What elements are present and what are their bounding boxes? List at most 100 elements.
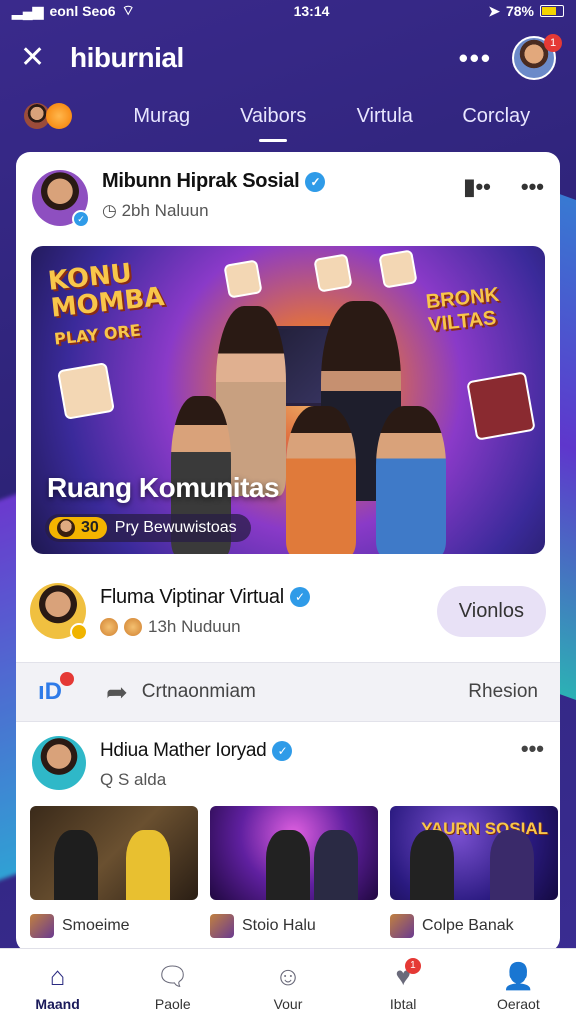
video-thumbnail[interactable] <box>30 806 198 900</box>
tab-avatars[interactable] <box>24 103 106 129</box>
avatar[interactable] <box>32 736 86 790</box>
photo-frame-icon <box>57 362 115 420</box>
channel-icon <box>390 914 414 938</box>
share-label[interactable]: Crtnaonmiam <box>142 681 256 703</box>
more-options-icon[interactable]: ••• <box>521 174 544 200</box>
feed-card: ✓ Mibunn Hiprak Sosial ✓ ◷ 2bh Naluun ▮•… <box>16 152 560 952</box>
avatar[interactable]: ✓ <box>32 170 90 228</box>
thumbnail-label[interactable]: Stoio Halu <box>210 914 378 938</box>
thumbnail-label[interactable]: Smoeime <box>30 914 198 938</box>
video-thumbnail[interactable]: YAURN SOSIAL <box>390 806 558 900</box>
photo-frame-icon <box>378 249 418 289</box>
nav-home[interactable]: ⌂ Maand <box>13 962 103 1012</box>
person-figure <box>314 830 358 900</box>
photo-frame-icon <box>466 371 536 441</box>
reaction-icon <box>124 617 142 636</box>
person-figure <box>266 830 310 900</box>
nav-label: Ibtal <box>389 995 417 1012</box>
action-bar: ıD ➦ Crtnaonmiam Rhesion <box>16 662 560 722</box>
home-icon: ⌂ <box>49 960 66 991</box>
clock-icon: ◷ <box>102 201 117 220</box>
stats-icon[interactable]: ▮•• <box>463 174 491 200</box>
close-icon[interactable]: ✕ <box>20 43 56 73</box>
channel-icon <box>210 914 234 938</box>
tab-vaibors[interactable]: Vaibors <box>218 105 330 128</box>
post-header: ✓ Mibunn Hiprak Sosial ✓ ◷ 2bh Naluun ▮•… <box>16 152 560 240</box>
verified-icon: ✓ <box>72 210 90 228</box>
banner-title: Ruang Komunitas <box>47 472 280 503</box>
bottom-navigation: ⌂ Maand 🗨 Paole ☺ Vour ♥ 1 Ibtal 👤 Oeraot <box>0 948 576 1024</box>
avatar[interactable] <box>30 583 88 641</box>
profile-avatar-button[interactable]: 1 <box>512 34 562 80</box>
person-figure <box>54 830 98 900</box>
thumbnail-row: YAURN SOSIAL <box>16 806 560 900</box>
post-author[interactable]: Fluma Viptinar Virtual <box>100 586 284 609</box>
action-right-label[interactable]: Rhesion <box>468 681 538 703</box>
person-figure <box>376 406 446 554</box>
tab-corclay[interactable]: Corclay <box>441 105 553 128</box>
nav-heart[interactable]: ♥ 1 Ibtal <box>358 957 448 1012</box>
nav-face[interactable]: ☺ Vour <box>243 962 333 1012</box>
person-figure <box>286 406 356 554</box>
nav-profile[interactable]: 👤 Oeraot <box>473 962 563 1012</box>
photo-frame-icon <box>223 259 263 299</box>
notification-dot <box>60 672 74 686</box>
view-button[interactable]: Vionlos <box>436 585 546 637</box>
carrier-label: eonl Seo6 <box>49 3 116 19</box>
more-options-icon[interactable]: ••• <box>459 43 492 74</box>
badge-icon <box>70 623 88 641</box>
person-figure <box>490 830 534 900</box>
banner-logo-left: KONU MOMBA PLAY ORE <box>46 258 166 349</box>
location-icon: ➤ <box>488 2 500 19</box>
heart-icon: ♥ 1 <box>395 957 421 990</box>
person-figure <box>410 830 454 900</box>
post-timestamp: 13h Nuduun <box>148 616 241 636</box>
post-timestamp: 2bh Naluun <box>121 201 209 220</box>
chip-text: Pry Bewuwistoas <box>114 519 237 536</box>
post-author[interactable]: Hdiua Mather Ioryad <box>100 740 267 762</box>
profile-icon: 👤 <box>502 960 535 991</box>
thumbnail-label[interactable]: Colpe Banak <box>390 914 558 938</box>
notification-badge: 1 <box>544 34 562 52</box>
tab-virtula[interactable]: Virtula <box>329 105 441 128</box>
thumbnail-label-text: Smoeime <box>62 917 130 934</box>
post-row: Fluma Viptinar Virtual ✓ 13h Nuduun Vion… <box>16 554 560 648</box>
post-header: Hdiua Mather Ioryad ✓ Q S alda ••• <box>16 722 560 806</box>
nav-label: Maand <box>35 995 80 1012</box>
nav-label: Oeraot <box>496 995 540 1012</box>
tab-murag[interactable]: Murag <box>106 105 218 128</box>
signal-icon: ▂▄▆ <box>12 2 44 19</box>
post-author[interactable]: Mibunn Hiprak Sosial <box>102 170 300 193</box>
tab-bar: Murag Vaibors Virtula Corclay <box>0 92 576 140</box>
app-title: hiburnial <box>70 42 184 73</box>
video-thumbnail[interactable] <box>210 806 378 900</box>
nav-label: Vour <box>273 995 303 1012</box>
status-bar: ▂▄▆ eonl Seo6 ⌔ 13:14 ➤ 78% <box>0 0 576 22</box>
face-icon: ☺ <box>274 960 302 991</box>
reaction-icon <box>100 617 118 636</box>
post-subtitle: Q S alda <box>100 770 167 789</box>
banner-chip[interactable]: 30 Pry Bewuwistoas <box>45 514 251 542</box>
thumbnail-labels: Smoeime Stoio Halu Colpe Banak <box>16 914 560 938</box>
channel-icon <box>30 914 54 938</box>
nav-chat[interactable]: 🗨 Paole <box>128 962 218 1012</box>
nav-label: Paole <box>154 995 191 1012</box>
post-banner-image[interactable]: KONU MOMBA PLAY ORE BRONK VILTAS Ruang Komu… <box>31 246 545 554</box>
thumbnail-label-text: Colpe Banak <box>422 917 514 934</box>
photo-frame-icon <box>313 253 353 293</box>
chat-icon: 🗨 <box>156 960 190 991</box>
verified-icon: ✓ <box>305 171 326 192</box>
chip-count: 30 <box>81 519 99 536</box>
app-header: ✕ hiburnial ••• 1 <box>0 30 576 86</box>
battery-percent: 78% <box>505 3 534 19</box>
more-options-icon[interactable]: ••• <box>521 736 544 762</box>
verified-icon: ✓ <box>289 587 310 607</box>
thumbnail-label-text: Stoio Halu <box>242 917 316 934</box>
battery-icon <box>540 5 564 17</box>
story-icon <box>46 103 72 129</box>
verified-icon: ✓ <box>272 741 293 761</box>
share-icon[interactable]: ➦ <box>106 677 128 708</box>
clock: 13:14 <box>293 3 330 19</box>
person-figure <box>126 830 170 900</box>
like-icon[interactable]: ıD <box>38 672 78 706</box>
